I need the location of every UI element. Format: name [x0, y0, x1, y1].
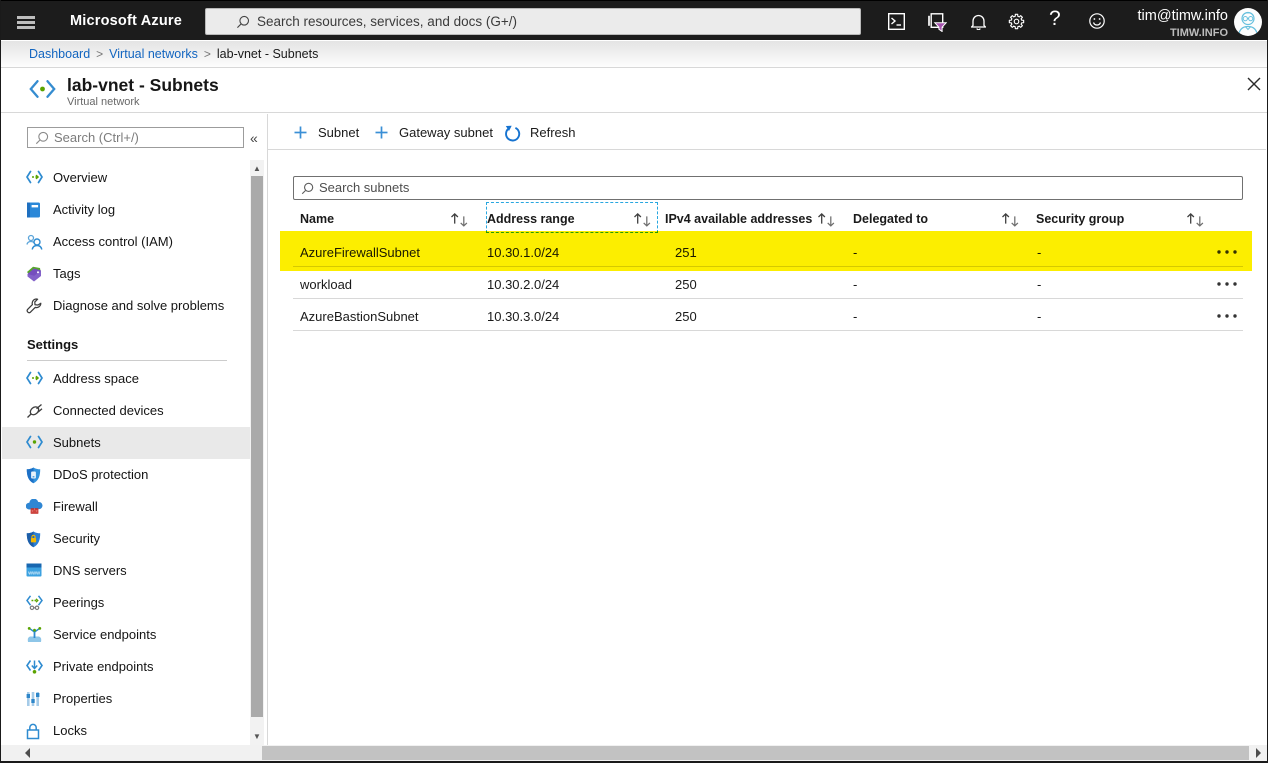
svg-text:www: www — [27, 571, 40, 577]
